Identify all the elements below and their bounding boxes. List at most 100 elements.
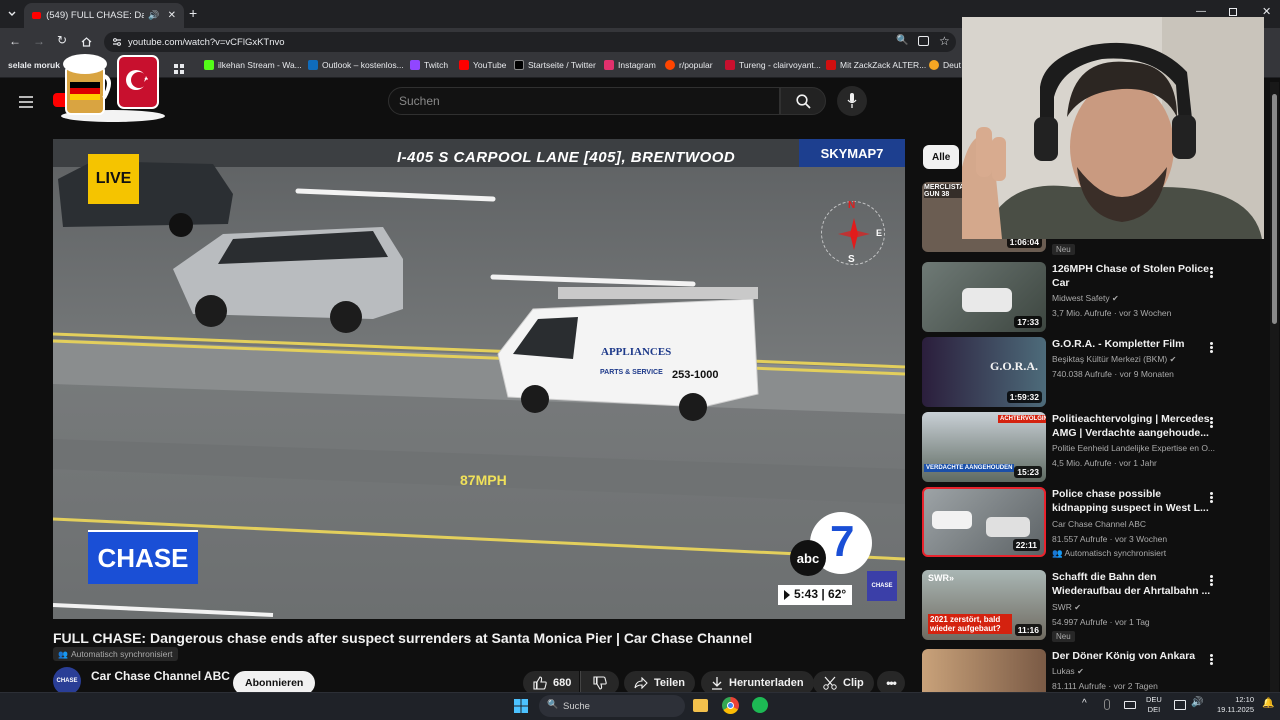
bookmark-label: r/popular [679, 60, 713, 70]
browser-tab[interactable]: (549) FULL CHASE: Dangerou 🔊 ✕ [24, 3, 184, 28]
new-tab-icon[interactable]: + [189, 5, 197, 21]
channel-line[interactable]: Beşiktaş Kültür Merkezi (BKM) ✔ [1052, 354, 1222, 364]
bookmark-item[interactable]: selale moruk [8, 60, 60, 70]
channel-avatar[interactable]: CHASE [53, 667, 81, 695]
auto-sync-line: 👥 Automatisch synchronisiert [1052, 548, 1222, 559]
video-meta: 54.997 Aufrufe · vor 1 Tag [1052, 617, 1150, 627]
site-info-icon[interactable] [112, 37, 122, 47]
volume-icon[interactable]: 🔊 [1191, 697, 1203, 708]
taskbar-search[interactable]: 🔍 Suche [539, 695, 685, 717]
notification-bell-icon[interactable]: 🔔 [1262, 698, 1274, 709]
spotify-icon[interactable] [752, 697, 768, 713]
bookmark-item[interactable]: Mit ZackZack ALTER... [826, 60, 926, 70]
video-thumbnail[interactable]: G.O.R.A. 1:59:32 [922, 337, 1046, 407]
compass-east: E [876, 228, 883, 238]
video-thumbnail[interactable]: 22:11 [922, 487, 1046, 557]
video-title[interactable]: Politieachtervolging | Mercedes AMG | Ve… [1052, 412, 1212, 440]
video-title[interactable]: Der Döner König von Ankara [1052, 649, 1212, 663]
bookmark-item[interactable]: Deut [929, 60, 961, 70]
more-options-icon[interactable] [1208, 491, 1214, 505]
bookmark-item[interactable]: Outlook – kostenlos... [308, 60, 404, 70]
video-thumbnail[interactable]: 17:33 [922, 262, 1046, 332]
clock[interactable]: 12:10 19.11.2025 [1210, 695, 1254, 715]
file-explorer-icon[interactable] [693, 699, 708, 712]
tray-mic-icon[interactable] [1104, 699, 1110, 710]
thumbnail-text: VERDACHTE AANGEHOUDEN [924, 464, 1015, 472]
home-icon[interactable] [81, 34, 92, 47]
clip-label: Clip [843, 677, 864, 689]
video-thumbnail[interactable]: SWR» 2021 zerstört, bald wieder aufgebau… [922, 570, 1046, 640]
bookmark-item[interactable]: Instagram [604, 60, 656, 70]
keyboard-icon[interactable] [1124, 701, 1136, 709]
tray-chevron-icon[interactable]: ^ [1082, 698, 1087, 709]
install-app-icon[interactable] [918, 36, 929, 46]
menu-icon[interactable] [19, 95, 33, 108]
search-button[interactable] [780, 87, 826, 115]
forward-icon[interactable]: → [33, 34, 45, 48]
bookmark-label: Tureng - clairvoyant... [739, 60, 821, 70]
auto-sync-label: Automatisch synchronisiert [1064, 548, 1167, 558]
video-title[interactable]: Police chase possible kidnapping suspect… [1052, 487, 1212, 515]
thumbnail-text: 2021 zerstört, bald wieder aufgebaut? [928, 614, 1012, 634]
chase-badge: CHASE [88, 530, 198, 584]
time-temp-text: 5:43 | 62° [794, 587, 847, 601]
recommendation-item[interactable]: 22:11 Police chase possible kidnapping s… [922, 487, 1262, 559]
video-title[interactable]: G.O.R.A. - Kompletter Film [1052, 337, 1212, 351]
page-scrollbar[interactable] [1270, 82, 1279, 692]
more-options-icon[interactable] [1208, 266, 1214, 280]
voice-search-button[interactable] [837, 86, 867, 116]
more-options-icon[interactable] [1208, 341, 1214, 355]
video-title[interactable]: Schafft die Bahn den Wiederaufbau der Ah… [1052, 570, 1212, 598]
windows-start-icon[interactable] [514, 699, 528, 713]
kick-favicon-icon [204, 60, 214, 70]
tab-list-icon[interactable] [6, 8, 18, 20]
more-options-icon[interactable] [1208, 416, 1214, 430]
scrollbar-thumb[interactable] [1272, 94, 1277, 324]
recommendation-item[interactable]: ACHTERVOLGING VERDACHTE AANGEHOUDEN 15:2… [922, 412, 1262, 482]
reddit-favicon-icon [665, 60, 675, 70]
channel-name[interactable]: Car Chase Channel ABC [1052, 519, 1222, 529]
video-thumbnail[interactable] [922, 649, 1046, 692]
channel-line[interactable]: Midwest Safety ✔ [1052, 293, 1222, 303]
speaker-icon[interactable]: 🔊 [148, 10, 159, 21]
window-maximize-icon[interactable] [1229, 8, 1237, 16]
channel-line[interactable]: Lukas ✔ [1052, 666, 1222, 676]
search-icon: 🔍 [547, 699, 559, 709]
apps-grid-icon[interactable] [174, 61, 184, 74]
back-icon[interactable]: ← [9, 34, 21, 48]
channel-name[interactable]: Car Chase Channel ABC [91, 669, 230, 683]
bookmark-item[interactable]: r/popular [665, 60, 713, 70]
video-thumbnail[interactable]: ACHTERVOLGING VERDACHTE AANGEHOUDEN 15:2… [922, 412, 1046, 482]
download-icon [712, 677, 722, 690]
bookmark-item[interactable]: Twitch [410, 60, 448, 70]
bookmark-item[interactable]: ilkehan Stream - Wa... [204, 60, 302, 70]
window-minimize-icon[interactable]: — [1196, 6, 1206, 17]
bookmark-label: ilkehan Stream - Wa... [218, 60, 302, 70]
people-icon: 👥 [58, 649, 68, 659]
tab-title: (549) FULL CHASE: Dangerou [46, 10, 145, 21]
recommendation-item[interactable]: 17:33 126MPH Chase of Stolen Police Car … [922, 262, 1262, 332]
video-title[interactable]: 126MPH Chase of Stolen Police Car [1052, 262, 1212, 290]
address-bar[interactable]: youtube.com/watch?v=vCFlGxKTnvo 🔍 ☆ [104, 32, 956, 52]
zoom-icon[interactable]: 🔍 [896, 35, 908, 46]
channel-line[interactable]: SWR ✔ [1052, 602, 1222, 612]
filter-chip-all[interactable]: Alle [923, 145, 960, 169]
bookmark-item[interactable]: Startseite / Twitter [514, 60, 596, 70]
more-options-icon[interactable] [1208, 653, 1214, 667]
recommendation-item[interactable]: SWR» 2021 zerstört, bald wieder aufgebau… [922, 570, 1262, 642]
video-player[interactable]: I-405 S CARPOOL LANE [405], BRENTWOOD SK… [53, 139, 905, 619]
more-options-icon[interactable] [1208, 574, 1214, 588]
bookmark-item[interactable]: Tureng - clairvoyant... [725, 60, 821, 70]
network-icon[interactable] [1174, 700, 1186, 710]
bookmark-item[interactable]: YouTube [459, 60, 506, 70]
language-indicator[interactable]: DEU DEI [1146, 695, 1162, 715]
bookmark-label: Startseite / Twitter [528, 60, 596, 70]
reload-icon[interactable]: ↻ [57, 33, 67, 47]
tab-close-icon[interactable]: ✕ [168, 10, 176, 21]
recommendation-item[interactable]: G.O.R.A. 1:59:32 G.O.R.A. - Kompletter F… [922, 337, 1262, 407]
search-input[interactable]: Suchen [388, 87, 780, 115]
recommendation-item[interactable]: Der Döner König von Ankara Lukas ✔ 81.11… [922, 649, 1262, 692]
chrome-icon[interactable] [722, 697, 739, 714]
channel-name[interactable]: Politie Eenheid Landelijke Expertise en … [1052, 443, 1222, 453]
bookmark-star-icon[interactable]: ☆ [939, 34, 950, 48]
